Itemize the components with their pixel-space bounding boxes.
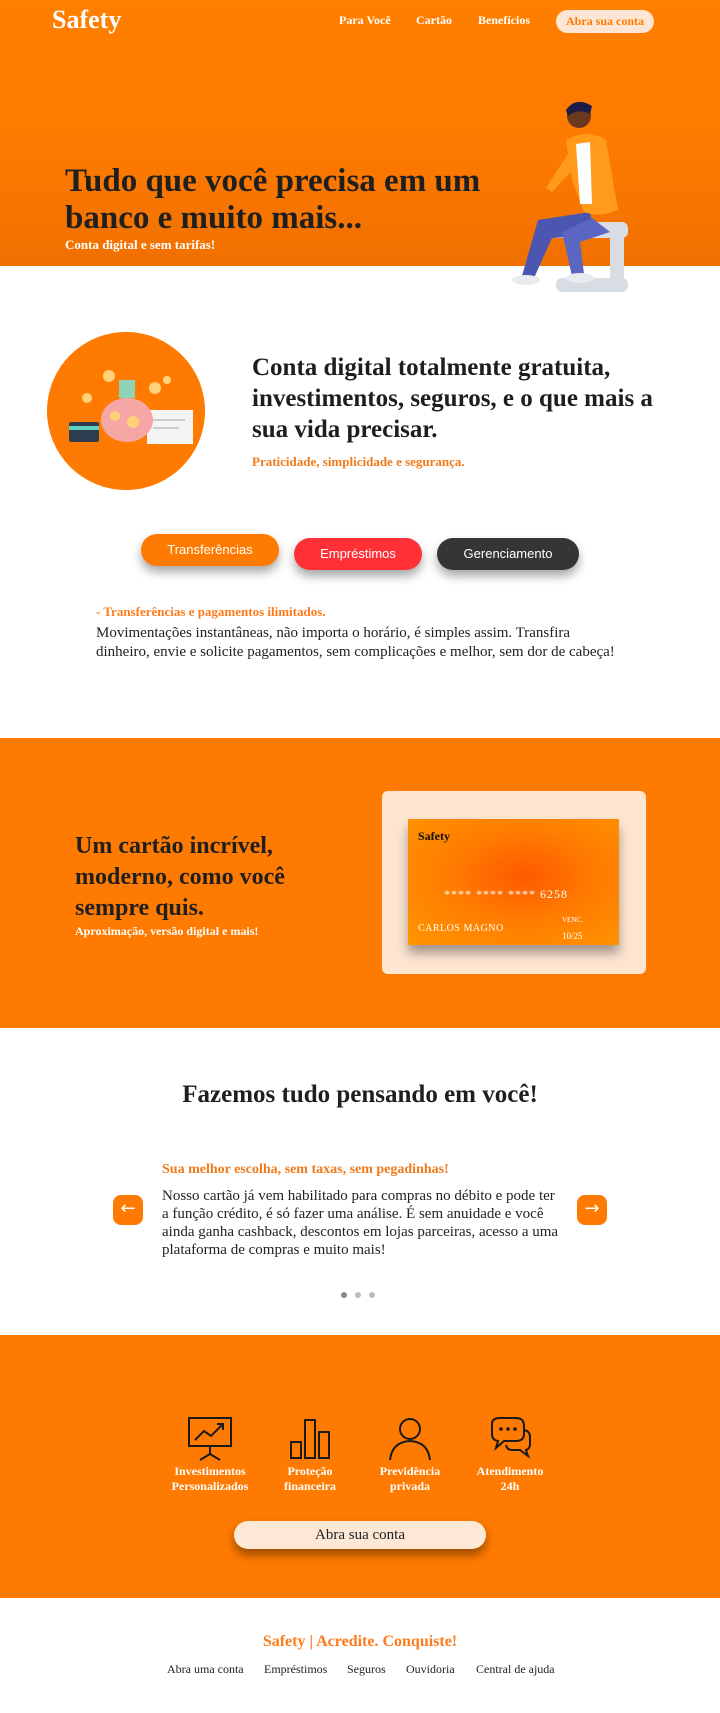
- benefit-previdencia: Previdência privada: [355, 1414, 465, 1494]
- hero-title: Tudo que você precisa em um banco e muit…: [65, 163, 481, 236]
- open-account-button[interactable]: Abra sua conta: [234, 1521, 486, 1549]
- open-account-nav-button[interactable]: Abra sua conta: [556, 10, 654, 33]
- piggy-bank-illustration: [47, 332, 205, 490]
- tab-transferencias[interactable]: Transferências: [141, 534, 279, 566]
- bar-chart-icon: [290, 1419, 330, 1459]
- nav-link-cartao[interactable]: Cartão: [416, 13, 452, 28]
- carousel-dot-2[interactable]: [355, 1292, 361, 1298]
- footer-title: Safety | Acredite. Conquiste!: [262, 1633, 458, 1650]
- card-section-title: Um cartão incrível, moderno, como você s…: [75, 833, 285, 921]
- benefit-protecao: Proteção financeira: [255, 1414, 365, 1494]
- footer-link-emprestimos[interactable]: Empréstimos: [264, 1662, 327, 1677]
- carousel-title: Fazemos tudo pensando em você!: [182, 1081, 538, 1108]
- card-number: **** **** **** 6258: [444, 887, 568, 901]
- benefit-label-line1: Proteção: [287, 1464, 333, 1478]
- card-expiry: 10/25: [562, 931, 583, 941]
- footer-link-central-de-ajuda[interactable]: Central de ajuda: [476, 1662, 555, 1677]
- tab-content-text: Movimentações instantâneas, não importa …: [96, 625, 615, 660]
- benefit-label-line2: 24h: [500, 1479, 520, 1493]
- benefit-label-line2: financeira: [284, 1479, 336, 1493]
- card-brand: Safety: [418, 829, 450, 843]
- card-section-subtitle: Aproximação, versão digital e mais!: [75, 924, 259, 938]
- benefit-investimentos: Investimentos Personalizados: [155, 1414, 265, 1494]
- slide-heading: Sua melhor escolha, sem taxas, sem pegad…: [162, 1162, 449, 1177]
- benefit-label-line1: Previdência: [379, 1464, 441, 1478]
- credit-card: Safety **** **** **** 6258 CARLOS MAGNO …: [408, 819, 619, 945]
- footer-link-seguros[interactable]: Seguros: [347, 1662, 386, 1677]
- nav-link-para-voce[interactable]: Para Você: [339, 13, 391, 28]
- benefit-atendimento: Atendimento 24h: [455, 1414, 565, 1494]
- investment-chart-icon: [188, 1417, 232, 1461]
- card-holder: CARLOS MAGNO: [418, 923, 504, 934]
- carousel-prev-button[interactable]: ←: [113, 1195, 143, 1225]
- tab-content-heading: - Transferências e pagamentos ilimitados…: [96, 604, 326, 619]
- card-venc-label: VENC.: [562, 916, 583, 924]
- logo[interactable]: Safety: [52, 5, 121, 35]
- tab-gerenciamento[interactable]: Gerenciamento: [437, 538, 579, 570]
- sitting-person-illustration: [512, 101, 628, 292]
- chat-bubbles-icon: [491, 1417, 531, 1459]
- slide-text: Nosso cartão já vem habilitado para comp…: [162, 1188, 559, 1258]
- tab-emprestimos[interactable]: Empréstimos: [294, 538, 422, 570]
- carousel-dot-1[interactable]: [341, 1292, 347, 1298]
- benefit-label-line2: privada: [389, 1479, 430, 1493]
- intro-title: Conta digital totalmente gratuita, inves…: [252, 354, 653, 443]
- footer-link-abra-uma-conta[interactable]: Abra uma conta: [167, 1662, 244, 1677]
- benefit-label-line2: Personalizados: [171, 1479, 249, 1493]
- person-icon: [389, 1418, 431, 1461]
- footer-link-ouvidoria[interactable]: Ouvidoria: [406, 1662, 455, 1677]
- carousel-next-button[interactable]: →: [577, 1195, 607, 1225]
- carousel-dot-3[interactable]: [369, 1292, 375, 1298]
- hero-subtitle: Conta digital e sem tarifas!: [65, 237, 216, 252]
- nav-link-beneficios[interactable]: Benefícios: [478, 13, 530, 28]
- benefit-label-line1: Atendimento: [476, 1464, 544, 1478]
- benefit-label-line1: Investimentos: [174, 1464, 246, 1478]
- intro-subtitle: Praticidade, simplicidade e segurança.: [252, 454, 465, 469]
